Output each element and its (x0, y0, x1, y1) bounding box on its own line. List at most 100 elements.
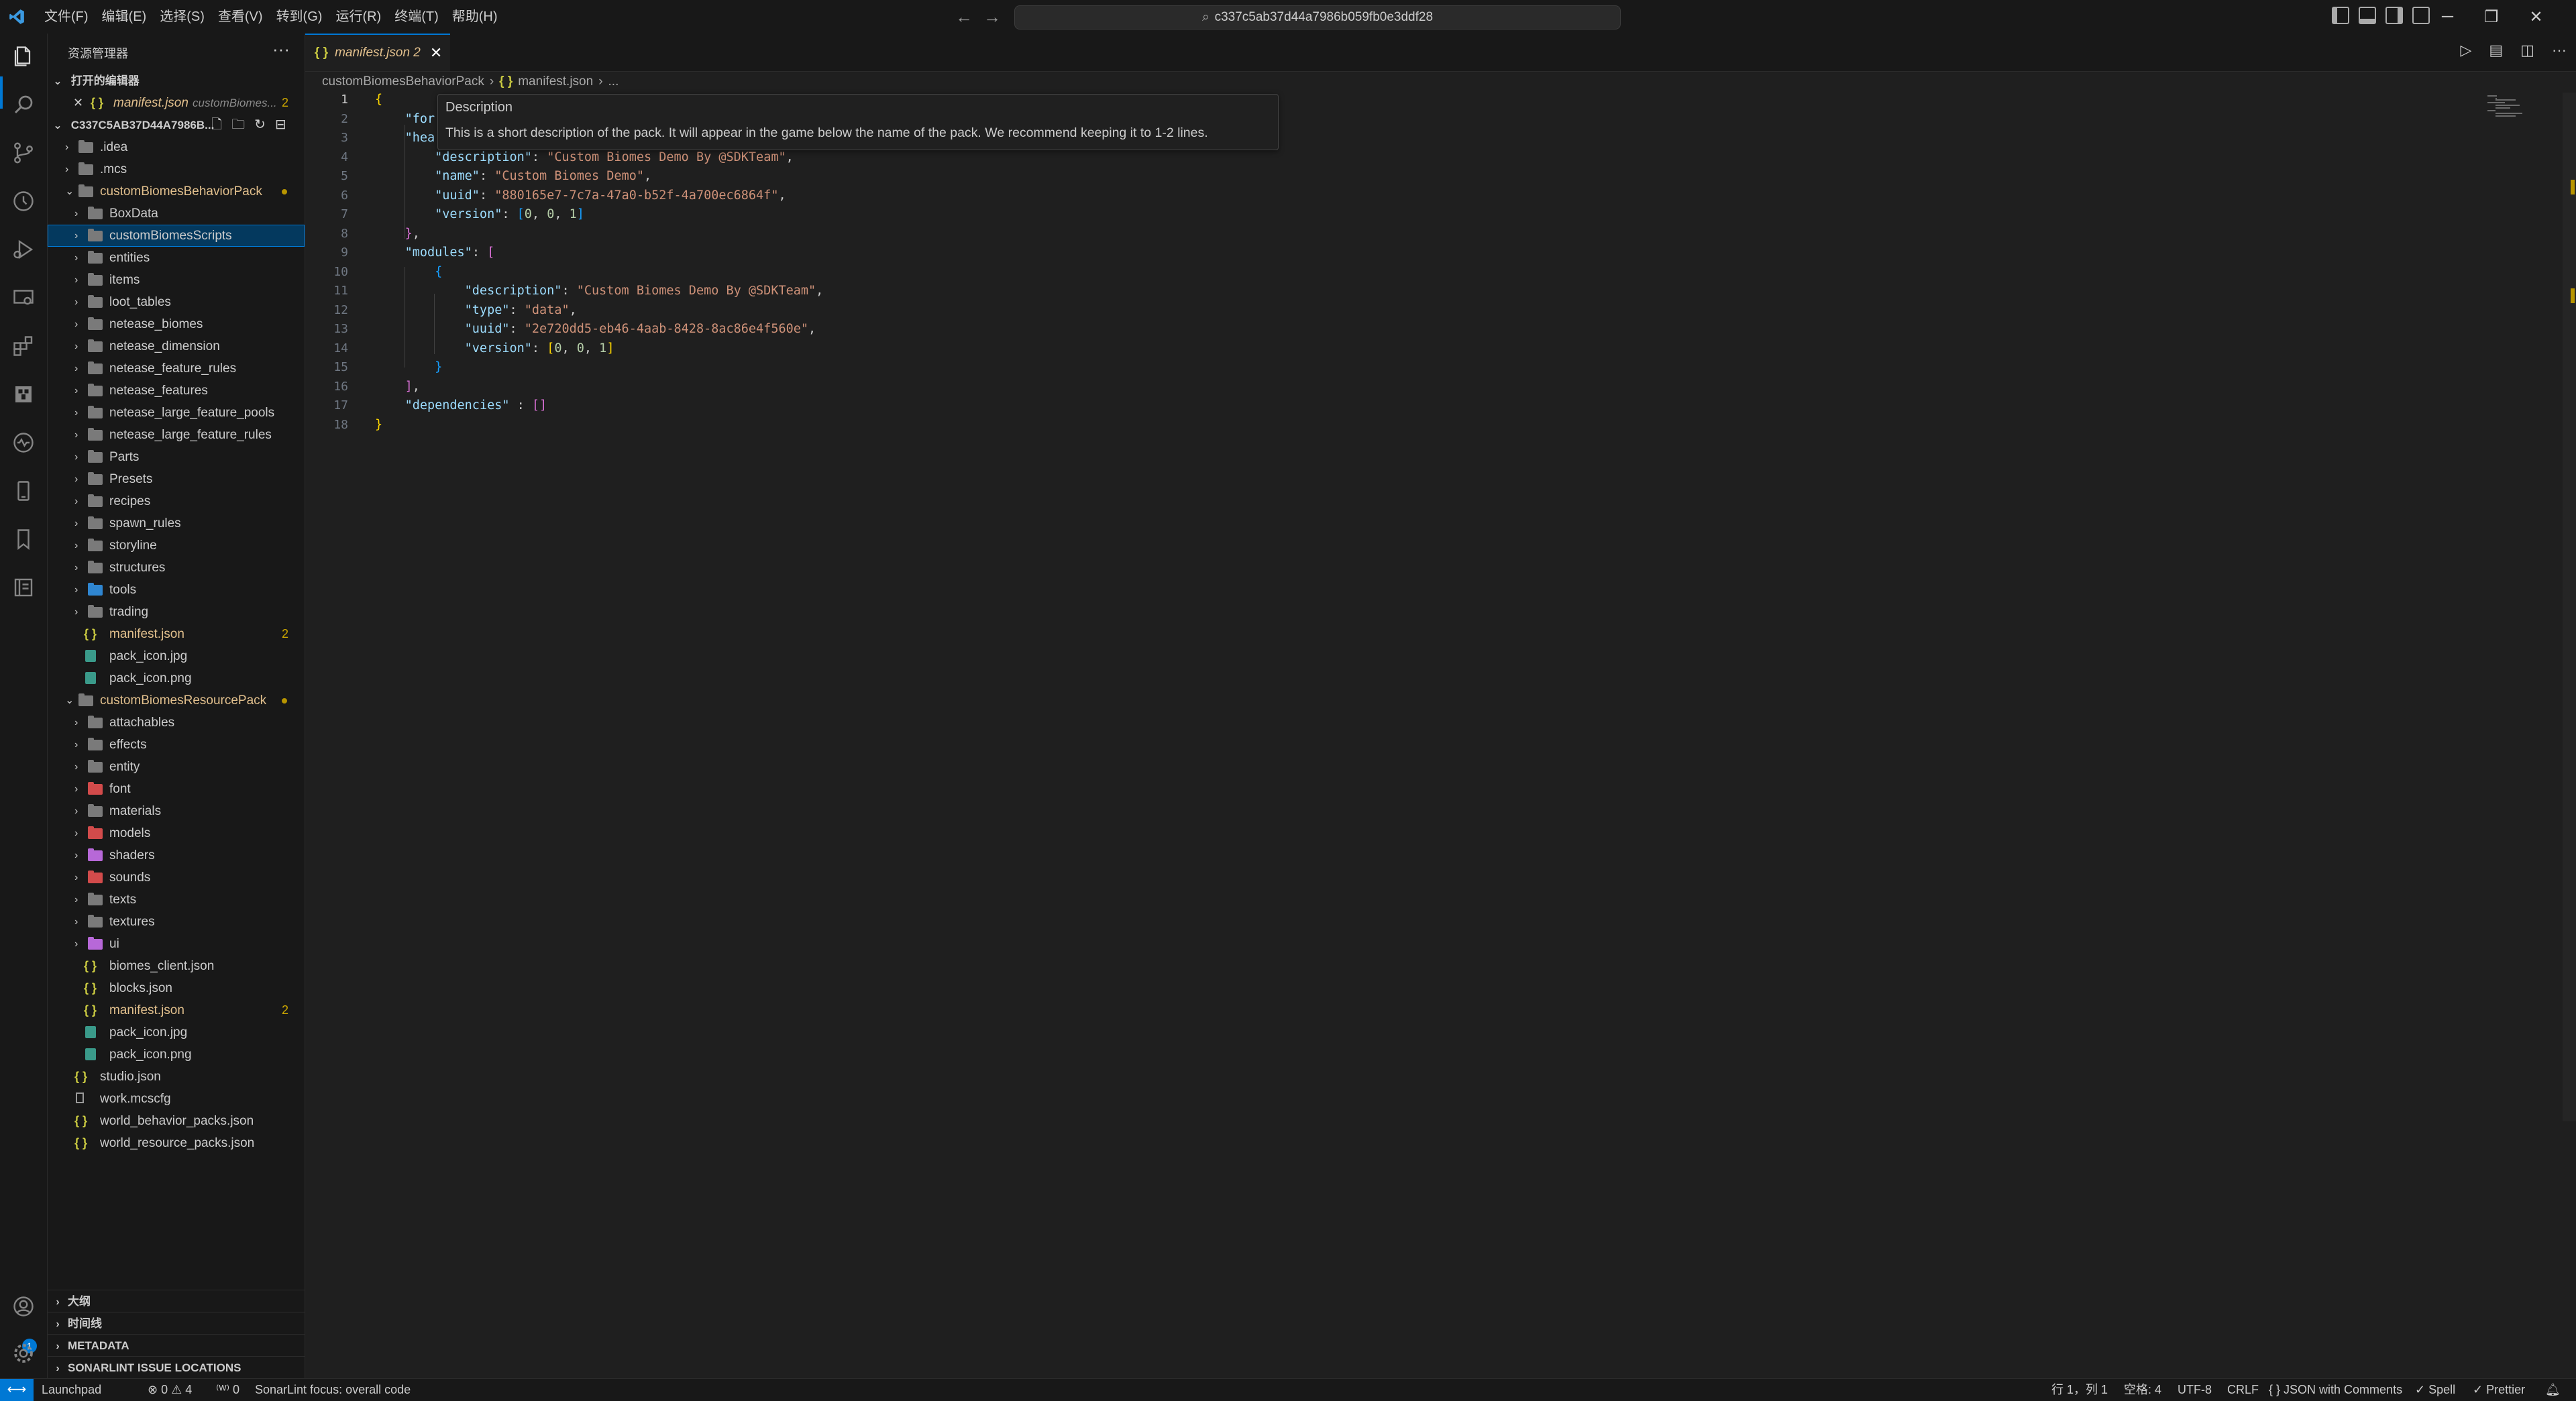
new-file-icon[interactable]: 🗋 (211, 114, 222, 136)
tree-folder[interactable]: › shaders (48, 844, 305, 866)
tree-file[interactable]: { } manifest.json 2 (48, 999, 305, 1021)
status-item[interactable]: Launchpad (42, 1379, 101, 1401)
tree-folder[interactable]: ⌄ customBiomesBehaviorPack (48, 180, 305, 203)
tree-file[interactable]: { } biomes_client.json (48, 955, 305, 977)
tree-folder[interactable]: › materials (48, 800, 305, 822)
tree-folder[interactable]: › items (48, 269, 305, 291)
open-preview-icon[interactable]: ▤ (2489, 42, 2503, 59)
tree-folder[interactable]: › .mcs (48, 158, 305, 180)
vertical-scrollbar[interactable] (2563, 93, 2576, 1121)
extensions-icon[interactable] (11, 334, 36, 358)
breadcrumb-folder[interactable]: customBiomesBehaviorPack (322, 71, 484, 93)
sidebar-section-header[interactable]: › METADATA (48, 1334, 305, 1357)
tree-file[interactable]: pack_icon.png (48, 1044, 305, 1066)
tree-folder[interactable]: › netease_large_feature_rules (48, 424, 305, 446)
toggle-panel-icon[interactable] (2359, 7, 2376, 24)
tree-folder[interactable]: › trading (48, 601, 305, 623)
status-item[interactable]: ✓ Spell (2415, 1379, 2455, 1401)
notifications-bell-icon[interactable]: 🔔︎ (2545, 1379, 2561, 1401)
tree-folder[interactable]: › tools (48, 579, 305, 601)
customize-layout-icon[interactable] (2412, 7, 2430, 24)
breadcrumb-symbol[interactable]: ... (608, 71, 619, 93)
open-editor-item[interactable]: ✕ { } manifest.json customBiomes... 2 (48, 92, 305, 114)
menu-item[interactable]: 转到(G) (270, 5, 329, 28)
more-actions-icon[interactable]: ··· (2552, 42, 2567, 59)
tree-file[interactable]: { } studio.json (48, 1066, 305, 1088)
forward-arrow-icon[interactable]: → (983, 7, 1001, 27)
status-item[interactable]: SonarLint focus: overall code (255, 1379, 411, 1401)
code-editor[interactable]: 1 2 3 4 5 6 7 8 9 10 11 12 13 14 15 16 17 18 { "for "hea … (305, 93, 2576, 1378)
tree-folder[interactable]: › netease_large_feature_pools (48, 402, 305, 424)
more-actions-icon[interactable]: ··· (272, 39, 290, 60)
close-icon[interactable]: ✕ (73, 92, 83, 114)
menu-item[interactable]: 运行(R) (329, 5, 388, 28)
minimap[interactable] (2486, 93, 2560, 119)
remote-explorer-icon[interactable] (11, 286, 36, 310)
tree-folder[interactable]: › netease_dimension (48, 335, 305, 357)
menu-item[interactable]: 选择(S) (153, 5, 211, 28)
breadcrumb-file[interactable]: manifest.json (518, 71, 593, 93)
tree-folder[interactable]: › attachables (48, 712, 305, 734)
sidebar-section-header[interactable]: › SONARLINT ISSUE LOCATIONS (48, 1356, 305, 1378)
tree-folder[interactable]: › Parts (48, 446, 305, 468)
documentation-icon[interactable] (11, 575, 36, 600)
device-icon[interactable] (11, 479, 36, 503)
tree-folder[interactable]: › texts (48, 889, 305, 911)
source-control-icon[interactable] (11, 141, 36, 165)
run-icon[interactable]: ▷ (2461, 42, 2472, 59)
menu-item[interactable]: 帮助(H) (445, 5, 504, 28)
status-item[interactable]: 空格: 4 (2124, 1379, 2161, 1401)
tree-folder[interactable]: › netease_features (48, 380, 305, 402)
status-item[interactable]: ⊗ 0 ⚠ 4 (148, 1379, 192, 1401)
refresh-icon[interactable]: ↻ (254, 114, 266, 136)
close-tab-icon[interactable]: ✕ (430, 44, 442, 62)
collapse-all-icon[interactable]: ⊟ (275, 114, 286, 136)
timeline-history-icon[interactable] (11, 189, 36, 213)
tree-folder[interactable]: › font (48, 778, 305, 800)
tree-file[interactable]: { } world_behavior_packs.json (48, 1110, 305, 1132)
menu-item[interactable]: 文件(F) (38, 5, 95, 28)
tree-folder[interactable]: › ui (48, 933, 305, 955)
tree-folder[interactable]: › textures (48, 911, 305, 933)
sidebar-section-header[interactable]: › 时间线 (48, 1312, 305, 1335)
tree-folder[interactable]: ⌄ customBiomesResourcePack (48, 689, 305, 712)
status-item[interactable]: ⁽ᵂ⁾ 0 (216, 1379, 239, 1401)
search-view-icon[interactable] (11, 93, 36, 117)
tree-folder[interactable]: › storyline (48, 535, 305, 557)
tree-folder[interactable]: › netease_feature_rules (48, 357, 305, 380)
close-window-icon[interactable]: ✕ (2530, 7, 2543, 27)
split-editor-icon[interactable]: ◫ (2520, 42, 2534, 59)
sidebar-section-header[interactable]: › 大纲 (48, 1290, 305, 1312)
menu-item[interactable]: 查看(V) (211, 5, 270, 28)
status-item[interactable]: UTF-8 (2178, 1379, 2212, 1401)
tree-file[interactable]: { } manifest.json 2 (48, 623, 305, 645)
status-item[interactable]: CRLF (2227, 1379, 2259, 1401)
minecraft-studio-icon[interactable] (11, 382, 36, 406)
gear-icon[interactable] (11, 1341, 36, 1365)
bookmarks-icon[interactable] (11, 527, 36, 551)
status-item[interactable]: ✓ Prettier (2473, 1379, 2525, 1401)
menu-item[interactable]: 终端(T) (388, 5, 445, 28)
minimize-icon[interactable]: ─ (2442, 7, 2453, 26)
tree-folder[interactable]: › recipes (48, 490, 305, 512)
explorer-icon[interactable] (11, 44, 36, 68)
accounts-icon[interactable] (11, 1294, 36, 1319)
command-center-search[interactable]: ⌕ c337c5ab37d44a7986b059fb0e3ddf28 (1014, 5, 1621, 30)
restore-icon[interactable]: ❐ (2484, 7, 2499, 27)
status-item[interactable]: 行 1，列 1 (2051, 1379, 2108, 1401)
menu-item[interactable]: 编辑(E) (95, 5, 154, 28)
tree-folder[interactable]: › .idea (48, 136, 305, 158)
toggle-primary-sidebar-icon[interactable] (2332, 7, 2349, 24)
tree-folder[interactable]: › sounds (48, 866, 305, 889)
toggle-secondary-sidebar-icon[interactable] (2385, 7, 2403, 24)
run-debug-icon[interactable] (11, 237, 36, 262)
workspace-header[interactable]: ⌄ C337C5AB37D44A7986B... 🗋 🗀 ↻ ⊟ (48, 114, 305, 136)
tree-folder[interactable]: › entities (48, 247, 305, 269)
tree-folder[interactable]: › BoxData (48, 203, 305, 225)
tree-file[interactable]: work.mcscfg (48, 1088, 305, 1110)
tree-folder[interactable]: › structures (48, 557, 305, 579)
tree-file[interactable]: pack_icon.jpg (48, 1021, 305, 1044)
tree-file[interactable]: { } world_resource_packs.json (48, 1132, 305, 1154)
tree-file[interactable]: { } blocks.json (48, 977, 305, 999)
new-folder-icon[interactable]: 🗀 (231, 114, 245, 136)
